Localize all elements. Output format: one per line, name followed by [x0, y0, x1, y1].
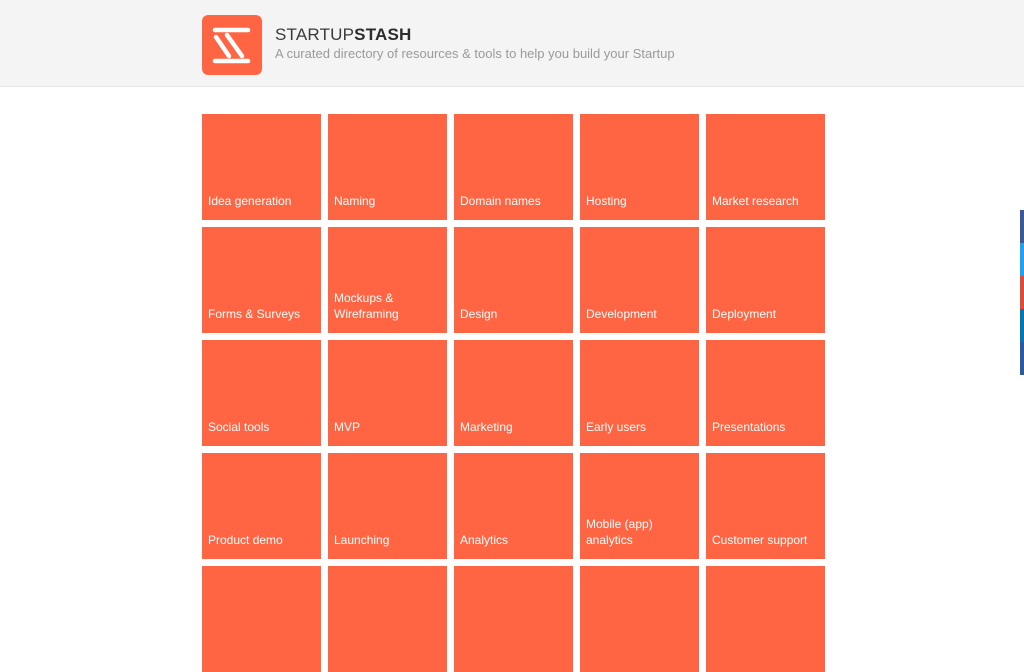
brand-name-part2: STASH [354, 25, 412, 44]
category-tile[interactable]: Product demo [202, 453, 321, 559]
social-share-bar [1020, 210, 1024, 375]
facebook-icon[interactable] [1020, 210, 1024, 243]
category-tile[interactable]: Market research [706, 114, 825, 220]
category-tile-label: Naming [334, 194, 376, 208]
brand-name[interactable]: STARTUPSTASH [275, 25, 412, 45]
category-tile[interactable]: Domain names [454, 114, 573, 220]
startupstash-logo-icon[interactable] [202, 15, 262, 75]
category-tile-label: Marketing [460, 420, 513, 434]
category-tile-label: Domain names [460, 194, 541, 208]
category-tile-label: Analytics [460, 533, 509, 547]
category-tile[interactable]: Mobile (app) analytics [580, 453, 699, 559]
category-tile-label: Product demo [208, 533, 283, 547]
category-tile[interactable]: Development [580, 227, 699, 333]
category-tile[interactable]: Naming [328, 114, 447, 220]
twitter-icon[interactable] [1020, 243, 1024, 276]
category-tile-label: Hosting [586, 194, 627, 208]
category-tile[interactable]: Deployment [706, 227, 825, 333]
category-tile[interactable] [580, 566, 699, 672]
category-tile-label: Deployment [712, 307, 777, 321]
category-tile[interactable]: MVP [328, 340, 447, 446]
category-tile[interactable]: Marketing [454, 340, 573, 446]
category-tile[interactable] [202, 566, 321, 672]
category-tile[interactable]: Presentations [706, 340, 825, 446]
category-tile-label: Mobile (app) analytics [586, 517, 653, 547]
share-icon[interactable] [1020, 342, 1024, 375]
category-tile[interactable]: Customer support [706, 453, 825, 559]
category-tile-label: Launching [334, 533, 390, 547]
category-tile-label: Development [586, 307, 657, 321]
category-tile-label: Social tools [208, 420, 270, 434]
category-tile[interactable]: Early users [580, 340, 699, 446]
category-tile[interactable]: Mockups & Wireframing [328, 227, 447, 333]
tagline: A curated directory of resources & tools… [275, 46, 675, 61]
category-tile-label: Forms & Surveys [208, 307, 301, 321]
category-tile-label: Idea generation [208, 194, 292, 208]
category-tile-label: Market research [712, 194, 799, 208]
category-tile-label: Customer support [712, 533, 808, 547]
category-tile[interactable]: Hosting [580, 114, 699, 220]
category-tile[interactable]: Launching [328, 453, 447, 559]
google-plus-icon[interactable] [1020, 276, 1024, 309]
category-tile[interactable]: Social tools [202, 340, 321, 446]
category-tile[interactable] [706, 566, 825, 672]
category-tile-label: Design [460, 307, 498, 321]
category-tile-label: MVP [334, 420, 361, 434]
category-tile[interactable] [328, 566, 447, 672]
brand-name-part1: STARTUP [275, 25, 355, 44]
category-tile[interactable]: Design [454, 227, 573, 333]
category-tile-label: Early users [586, 420, 647, 434]
category-tile-label: Mockups & Wireframing [334, 291, 399, 321]
category-tile[interactable]: Analytics [454, 453, 573, 559]
category-tile[interactable]: Idea generation [202, 114, 321, 220]
linkedin-icon[interactable] [1020, 309, 1024, 342]
site-header: STARTUPSTASH A curated directory of reso… [0, 0, 1024, 87]
category-tile[interactable]: Forms & Surveys [202, 227, 321, 333]
category-tile[interactable] [454, 566, 573, 672]
category-grid: Idea generation Naming Domain names Hosting… [202, 114, 825, 672]
category-tile-label: Presentations [712, 420, 786, 434]
